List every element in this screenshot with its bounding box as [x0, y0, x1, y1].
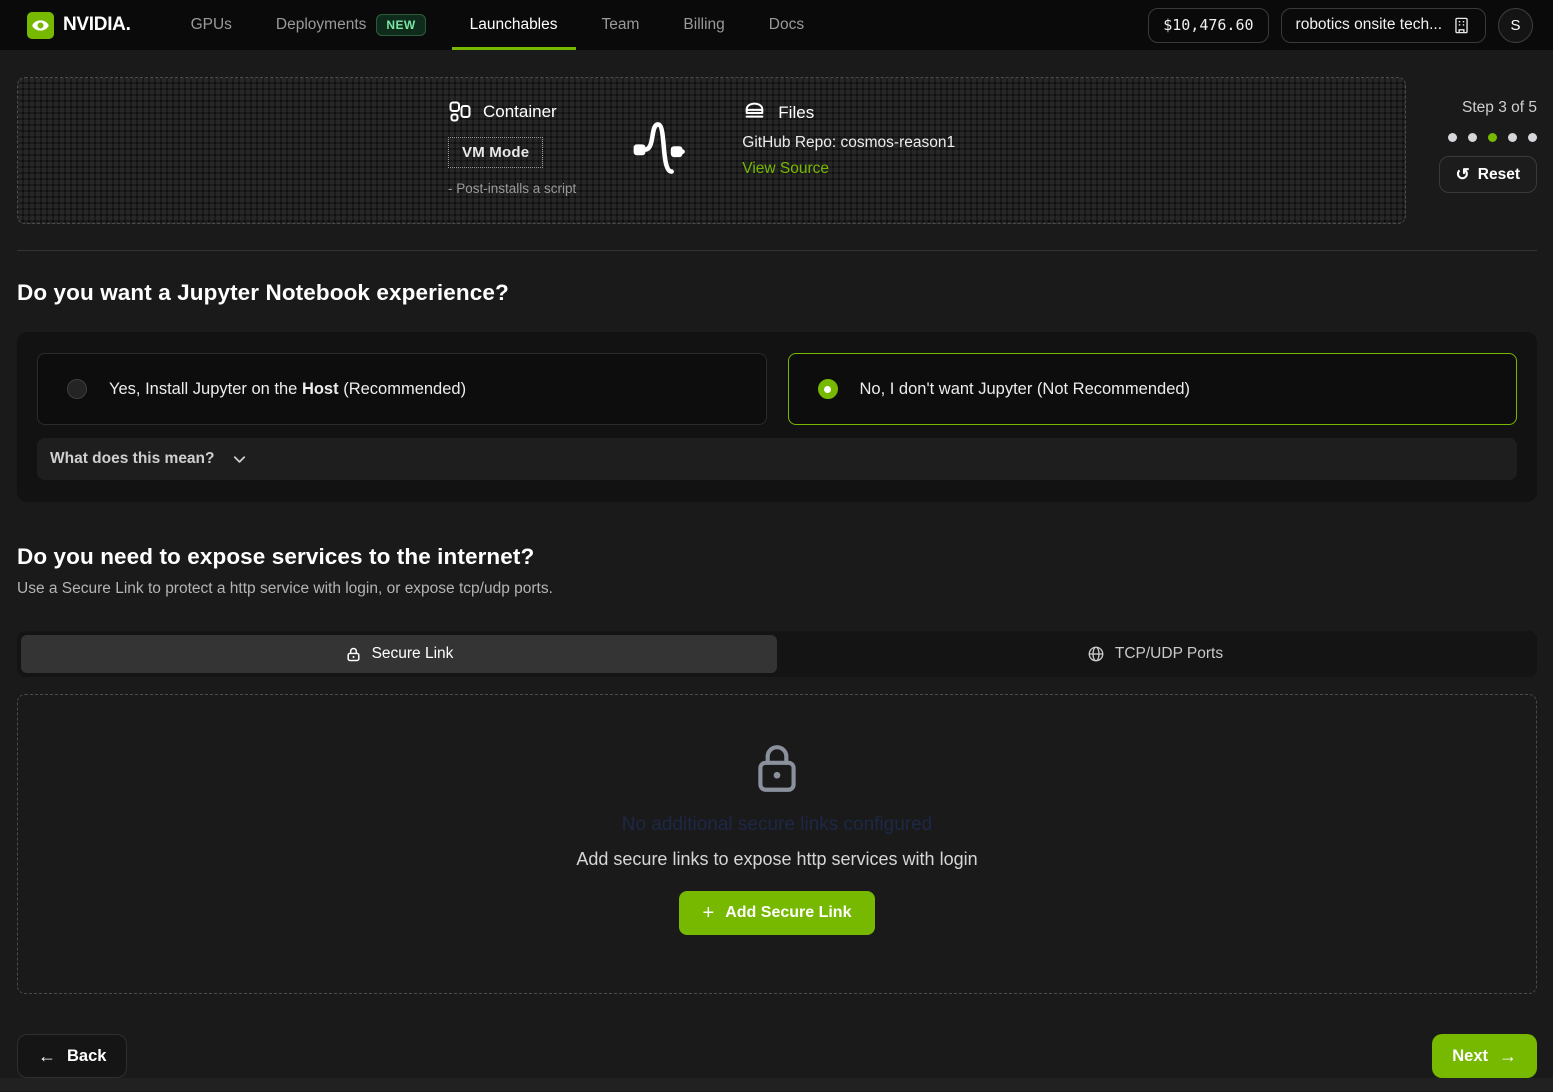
plus-icon: + [703, 903, 715, 923]
jupyter-option-no[interactable]: No, I don't want Jupyter (Not Recommende… [788, 353, 1518, 425]
back-button[interactable]: ← Back [17, 1034, 127, 1078]
nav-item-deployments[interactable]: Deployments NEW [258, 0, 444, 50]
balance-amount: $10,476.60 [1163, 16, 1253, 34]
nvidia-eye-icon [27, 12, 54, 39]
files-title: Files [778, 103, 814, 123]
next-button[interactable]: Next → [1432, 1034, 1537, 1078]
tab-tcp-udp-ports[interactable]: TCP/UDP Ports [777, 635, 1533, 673]
org-switcher[interactable]: robotics onsite tech... [1281, 8, 1486, 43]
nvidia-logo[interactable]: NVIDIA. [27, 12, 131, 39]
container-title: Container [483, 102, 557, 122]
jupyter-option-yes[interactable]: Yes, Install Jupyter on the Host (Recomm… [37, 353, 767, 425]
globe-icon [1087, 645, 1105, 663]
lock-icon [345, 646, 362, 663]
nvidia-wordmark: NVIDIA. [63, 14, 131, 36]
nav-item-gpus[interactable]: GPUs [173, 0, 250, 50]
files-icon [742, 100, 767, 125]
what-does-this-mean-expander[interactable]: What does this mean? [37, 438, 1517, 480]
files-summary: Files GitHub Repo: cosmos-reason1 View S… [742, 100, 955, 223]
container-summary: Container VM Mode - Post-installs a scri… [448, 100, 576, 223]
step-dot [1468, 133, 1477, 142]
nav-item-billing[interactable]: Billing [665, 0, 742, 50]
container-icon [448, 100, 472, 124]
nav-item-docs[interactable]: Docs [751, 0, 822, 50]
expose-subheading: Use a Secure Link to protect a http serv… [17, 580, 1537, 598]
nav-menu: GPUs Deployments NEW Launchables Team Bi… [173, 0, 823, 50]
vm-mode-chip: VM Mode [448, 137, 543, 168]
org-name: robotics onsite tech... [1296, 16, 1442, 34]
secure-links-empty-state: No additional secure links configured Ad… [17, 694, 1537, 994]
radio-selected-icon[interactable] [818, 379, 838, 399]
main-content: Container VM Mode - Post-installs a scri… [0, 50, 1553, 1078]
jupyter-heading: Do you want a Jupyter Notebook experienc… [17, 280, 1537, 306]
jupyter-option-yes-label: Yes, Install Jupyter on the Host (Recomm… [109, 380, 466, 399]
step-dot [1508, 133, 1517, 142]
new-badge: NEW [376, 14, 425, 36]
building-icon [1452, 16, 1471, 35]
reset-button[interactable]: ↺ Reset [1439, 156, 1537, 193]
nav-item-launchables[interactable]: Launchables [452, 0, 576, 50]
cable-connector-icon [630, 116, 688, 223]
bottom-strip [0, 1078, 1553, 1091]
section-divider [17, 250, 1537, 251]
step-dot [1448, 133, 1457, 142]
view-source-link[interactable]: View Source [742, 160, 955, 178]
top-nav: NVIDIA. GPUs Deployments NEW Launchables… [0, 0, 1553, 50]
nav-right: $10,476.60 robotics onsite tech... S [1148, 8, 1533, 43]
step-dot [1528, 133, 1537, 142]
step-dots [1448, 133, 1537, 142]
github-repo-label: GitHub Repo: cosmos-reason1 [742, 134, 955, 152]
step-dot [1488, 133, 1497, 142]
balance-button[interactable]: $10,476.60 [1148, 8, 1268, 43]
expose-tabs: Secure Link TCP/UDP Ports [17, 631, 1537, 677]
user-avatar[interactable]: S [1498, 8, 1533, 43]
step-label: Step 3 of 5 [1462, 99, 1537, 117]
launchable-summary-card: Container VM Mode - Post-installs a scri… [17, 77, 1406, 224]
no-secure-links-ghost-text: No additional secure links configured [622, 814, 933, 836]
chevron-down-icon [230, 450, 249, 469]
reset-icon: ↺ [1456, 166, 1470, 183]
empty-state-description: Add secure links to expose http services… [576, 849, 977, 870]
tab-secure-link[interactable]: Secure Link [21, 635, 777, 673]
arrow-right-icon: → [1499, 1047, 1517, 1065]
add-secure-link-button[interactable]: + Add Secure Link [679, 891, 876, 935]
step-indicator-panel: Step 3 of 5 ↺ Reset [1439, 77, 1537, 193]
container-note: - Post-installs a script [448, 181, 576, 196]
wizard-footer: ← Back Next → [17, 1034, 1537, 1078]
lock-large-icon [752, 741, 802, 797]
radio-unselected-icon[interactable] [67, 379, 87, 399]
arrow-left-icon: ← [38, 1047, 56, 1065]
expose-heading: Do you need to expose services to the in… [17, 544, 1537, 570]
jupyter-panel: Yes, Install Jupyter on the Host (Recomm… [17, 332, 1537, 502]
nav-item-team[interactable]: Team [584, 0, 658, 50]
jupyter-option-no-label: No, I don't want Jupyter (Not Recommende… [860, 380, 1191, 399]
